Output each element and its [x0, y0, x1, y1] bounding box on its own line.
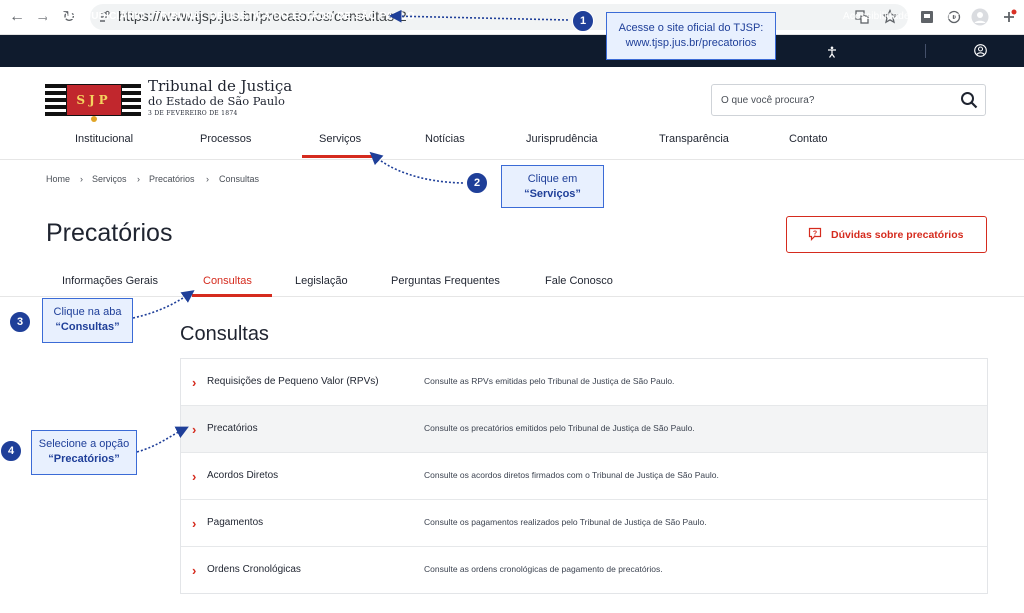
step-number-badge: 4: [0, 440, 22, 462]
annotation-text: “Serviços”: [524, 188, 581, 200]
step-number-badge: 2: [466, 172, 488, 194]
step-number-badge: 3: [9, 311, 31, 333]
annotation-text: Clique na aba: [53, 306, 122, 318]
annotation-text: www.tjsp.jus.br/precatorios: [625, 37, 757, 49]
annotation-callout-3: Clique na aba “Consultas”: [42, 298, 133, 343]
annotation-text: “Precatórios”: [48, 453, 120, 465]
annotation-text: Clique em: [527, 173, 578, 185]
annotation-arrows: [132, 9, 569, 453]
annotation-callout-1: Acesse o site oficial do TJSP: www.tjsp.…: [606, 12, 776, 60]
step-number-badge: 1: [572, 10, 594, 32]
annotation-callout-4: Selecione a opção “Precatórios”: [31, 430, 137, 475]
annotation-text: “Consultas”: [55, 321, 120, 333]
annotation-text: Selecione a opção: [38, 438, 130, 450]
annotation-text: Acesse o site oficial do TJSP:: [618, 22, 764, 34]
annotation-callout-2: Clique em “Serviços”: [501, 165, 604, 208]
